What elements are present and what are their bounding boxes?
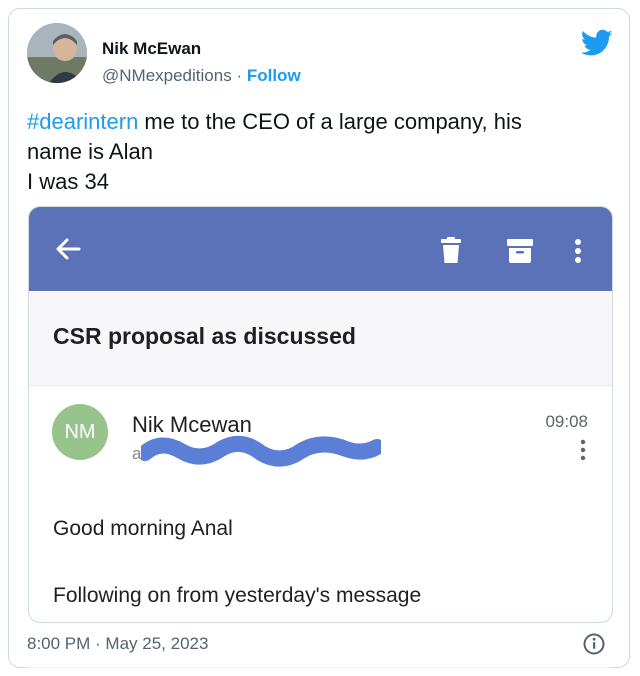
trash-icon[interactable] <box>441 237 461 268</box>
author-handle-row: @NMexpeditions · Follow <box>102 66 301 86</box>
email-body-line: Following on from yesterday's message <box>53 584 422 607</box>
tweet-text: #dearintern me to the CEO of a large com… <box>27 107 612 197</box>
tweet-card: Nik McEwan @NMexpeditions · Follow #dear… <box>8 8 630 668</box>
author-avatar[interactable] <box>27 23 87 83</box>
tweet-text-line2: name is Alan <box>27 139 153 164</box>
handle-separator: · <box>236 66 243 85</box>
tweet-timestamp[interactable]: 8:00 PM · May 25, 2023 <box>27 634 208 654</box>
redaction-scribble <box>137 435 385 469</box>
tweet-text-line1: me to the CEO of a large company, his <box>138 109 522 134</box>
hashtag-link[interactable]: #dearintern <box>27 109 138 134</box>
author-handle[interactable]: @NMexpeditions <box>102 66 232 85</box>
email-time: 09:08 <box>545 412 588 431</box>
twitter-bird-icon[interactable] <box>580 29 613 61</box>
more-vert-icon[interactable] <box>574 238 582 269</box>
email-subject: CSR proposal as discussed <box>53 323 356 349</box>
tweet-text-line3: I was 34 <box>27 169 109 194</box>
follow-button[interactable]: Follow <box>247 66 301 85</box>
sender-avatar: NM <box>52 404 108 460</box>
back-arrow-icon[interactable] <box>55 237 81 266</box>
author-name[interactable]: Nik McEwan <box>102 39 201 59</box>
divider <box>27 667 611 668</box>
tweet-media-screenshot[interactable]: CSR proposal as discussed NM Nik Mcewan … <box>28 206 613 623</box>
email-app-bar <box>29 207 612 291</box>
archive-icon[interactable] <box>507 239 533 268</box>
more-vert-icon[interactable] <box>580 439 586 463</box>
email-greeting: Good morning Anal <box>53 517 233 540</box>
info-icon[interactable] <box>583 633 605 655</box>
